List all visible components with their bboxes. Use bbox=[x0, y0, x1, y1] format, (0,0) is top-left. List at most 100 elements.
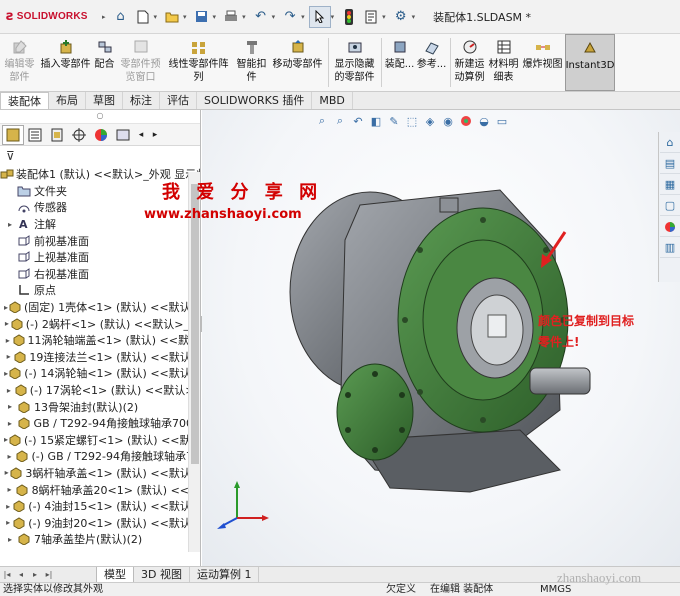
tree-item[interactable]: ▸ 19连接法兰<1> (默认) <<默认> bbox=[0, 349, 200, 366]
propertymanager-tab-icon[interactable] bbox=[24, 125, 46, 145]
insert-component-button[interactable]: 插入零部件 bbox=[40, 34, 92, 91]
tree-item[interactable]: 右视基准面 bbox=[0, 266, 200, 283]
tab-sketch[interactable]: 草图 bbox=[86, 92, 123, 109]
undo-dropdown-icon[interactable]: ▾ bbox=[272, 13, 276, 21]
tree-item[interactable]: ▸ (-) 4油封15<1> (默认) <<默认> bbox=[0, 498, 200, 515]
file-properties-icon[interactable] bbox=[360, 6, 382, 28]
new-document-icon[interactable] bbox=[132, 6, 154, 28]
redo-dropdown-icon[interactable]: ▾ bbox=[301, 13, 305, 21]
tree-expand-icon[interactable]: ▸ bbox=[4, 352, 13, 361]
print-dropdown-icon[interactable]: ▾ bbox=[242, 13, 246, 21]
tree-item[interactable]: ▸ 3蜗杆轴承盖<1> (默认) <<默认> bbox=[0, 465, 200, 482]
tree-scrollbar-thumb[interactable] bbox=[191, 184, 199, 464]
last-tab-icon[interactable]: ▸| bbox=[42, 568, 56, 582]
tab-assembly[interactable]: 装配体 bbox=[0, 92, 49, 109]
mate-button[interactable]: 配合 bbox=[92, 34, 118, 91]
traffic-light-icon[interactable] bbox=[338, 6, 360, 28]
select-cursor-icon[interactable] bbox=[308, 5, 331, 28]
new-dropdown-icon[interactable]: ▾ bbox=[154, 13, 158, 21]
tree-item[interactable]: ▸ 11涡轮轴端盖<1> (默认) <<默认 bbox=[0, 332, 200, 349]
appearance-tab-icon[interactable] bbox=[112, 125, 134, 145]
dimxpert-tab-icon[interactable] bbox=[68, 125, 90, 145]
component-preview-button[interactable]: 零部件预 览窗口 bbox=[118, 34, 164, 91]
tree-item[interactable]: 上视基准面 bbox=[0, 249, 200, 266]
tree-item[interactable]: ▸ 13骨架油封(默认)(2) bbox=[0, 398, 200, 415]
bom-icon bbox=[495, 38, 513, 56]
tree-expand-icon[interactable]: ▸ bbox=[4, 336, 12, 345]
options-gear-icon[interactable]: ⚙ bbox=[390, 6, 412, 28]
reference-geometry-button[interactable]: 参考... bbox=[416, 34, 448, 91]
exploded-view-button[interactable]: 爆炸视图 bbox=[521, 34, 565, 91]
tree-expand-icon[interactable]: ▸ bbox=[4, 535, 16, 544]
tree-filter[interactable]: ⊽ bbox=[0, 146, 200, 166]
graphics-area[interactable]: ⌕ ⌕ ↶ ◧ ✎ ⬚ ◈ ◉ ◒ ▭ ⌂ ▤ ▦ ▢ ▥ 我 爱 分 享 网 … bbox=[144, 110, 680, 566]
solidworks-logo[interactable]: ƨ SOLIDWORKS bbox=[0, 0, 102, 34]
open-folder-icon[interactable] bbox=[161, 6, 183, 28]
tree-expand-icon[interactable]: ▸ bbox=[4, 402, 16, 411]
tab-evaluate[interactable]: 评估 bbox=[160, 92, 197, 109]
move-component-button[interactable]: 移动零部件 bbox=[270, 34, 326, 91]
tree-expand-icon[interactable]: ▸ bbox=[4, 419, 16, 428]
configurationmanager-tab-icon[interactable] bbox=[46, 125, 68, 145]
tree-expand-icon[interactable]: ▸ bbox=[4, 386, 14, 395]
tree-expand-icon[interactable]: ▸ bbox=[4, 452, 15, 461]
tree-expand-icon[interactable]: ▸ bbox=[4, 518, 12, 527]
tree-item[interactable]: ▸ (固定) 1壳体<1> (默认) <<默认>_ bbox=[0, 299, 200, 316]
tree-item[interactable]: ▸ (-) 9油封20<1> (默认) <<默认> bbox=[0, 514, 200, 531]
tree-expand-icon[interactable]: ▸ bbox=[4, 502, 12, 511]
tab-model[interactable]: 模型 bbox=[96, 566, 134, 583]
origin-icon bbox=[16, 283, 32, 297]
next-tab-icon[interactable]: ▸ bbox=[28, 568, 42, 582]
tab-3d-views[interactable]: 3D 视图 bbox=[134, 567, 190, 582]
tab-layout[interactable]: 布局 bbox=[49, 92, 86, 109]
tree-expand-icon[interactable]: ▸ bbox=[4, 220, 16, 229]
print-icon[interactable] bbox=[220, 6, 242, 28]
tree-item[interactable]: ▸ (-) 15紧定螺钉<1> (默认) <<默认 bbox=[0, 432, 200, 449]
tree-item[interactable]: ▸ (-) 2蜗杆<1> (默认) <<默认>_显 bbox=[0, 315, 200, 332]
edit-component-button[interactable]: 编辑零 部件 bbox=[0, 34, 40, 91]
part-icon bbox=[12, 516, 26, 530]
tab-motion-study[interactable]: 运动算例 1 bbox=[190, 567, 260, 582]
smart-fastener-button[interactable]: 智能扣 件 bbox=[234, 34, 270, 91]
display-manager-tab-icon[interactable] bbox=[90, 125, 112, 145]
tree-expand-icon[interactable]: ▸ bbox=[4, 485, 15, 494]
tree-item[interactable]: ▸ GB / T292-94角接触球轴承7006 bbox=[0, 415, 200, 432]
instant3d-button[interactable]: Instant3D bbox=[565, 34, 615, 91]
tree-item-label: (-) 14涡轮轴<1> (默认) <<默认> bbox=[24, 367, 200, 381]
featuremanager-tab-icon[interactable] bbox=[2, 124, 24, 145]
tab-scroll-left-icon[interactable]: ◂ bbox=[134, 125, 148, 145]
tree-scrollbar[interactable] bbox=[188, 172, 200, 552]
select-dropdown-icon[interactable]: ▾ bbox=[331, 13, 335, 21]
tab-markup[interactable]: 标注 bbox=[123, 92, 160, 109]
save-icon[interactable] bbox=[191, 6, 213, 28]
bill-of-materials-button[interactable]: 材料明 细表 bbox=[487, 34, 521, 91]
menu-arrow-icon[interactable]: ▸ bbox=[102, 13, 106, 21]
tab-scroll-right-icon[interactable]: ▸ bbox=[148, 125, 162, 145]
tree-item[interactable]: ▸ 8蜗杆轴承盖20<1> (默认) <<默 bbox=[0, 481, 200, 498]
first-tab-icon[interactable]: |◂ bbox=[0, 568, 14, 582]
linear-pattern-button[interactable]: 线性零部件阵列 bbox=[164, 34, 234, 91]
home-icon[interactable]: ⌂ bbox=[110, 6, 132, 28]
component-preview-label: 零部件预 览窗口 bbox=[120, 59, 161, 83]
show-hidden-components-button[interactable]: 显示隐藏 的零部件 bbox=[331, 34, 379, 91]
save-dropdown-icon[interactable]: ▾ bbox=[213, 13, 217, 21]
prev-tab-icon[interactable]: ◂ bbox=[14, 568, 28, 582]
tab-add-ins[interactable]: SOLIDWORKS 插件 bbox=[197, 92, 313, 109]
tree-item[interactable]: 前视基准面 bbox=[0, 232, 200, 249]
filter-icon[interactable]: ⊽ bbox=[6, 149, 15, 163]
tree-item[interactable]: ▸ (-) 17涡轮<1> (默认) <<默认>_ bbox=[0, 382, 200, 399]
tree-item[interactable]: ▸ (-) 14涡轮轴<1> (默认) <<默认> bbox=[0, 365, 200, 382]
redo-icon[interactable]: ↷ bbox=[279, 6, 301, 28]
assembly-features-button[interactable]: 装配... bbox=[384, 34, 416, 91]
tree-item[interactable]: ▸ 7轴承盖垫片(默认)(2) bbox=[0, 531, 200, 546]
tab-mbd[interactable]: MBD bbox=[312, 92, 353, 109]
new-motion-study-button[interactable]: 新建运 动算例 bbox=[453, 34, 487, 91]
status-definition: 欠定义 bbox=[386, 584, 416, 595]
tree-item[interactable]: ▸ (-) GB / T292-94角接触球轴承73 bbox=[0, 448, 200, 465]
file-properties-dropdown-icon[interactable]: ▾ bbox=[382, 13, 386, 21]
panel-grip[interactable]: ○ bbox=[0, 110, 200, 124]
tree-item[interactable]: 原点 bbox=[0, 282, 200, 299]
undo-icon[interactable]: ↶ bbox=[250, 6, 272, 28]
open-dropdown-icon[interactable]: ▾ bbox=[183, 13, 187, 21]
options-dropdown-icon[interactable]: ▾ bbox=[412, 13, 416, 21]
